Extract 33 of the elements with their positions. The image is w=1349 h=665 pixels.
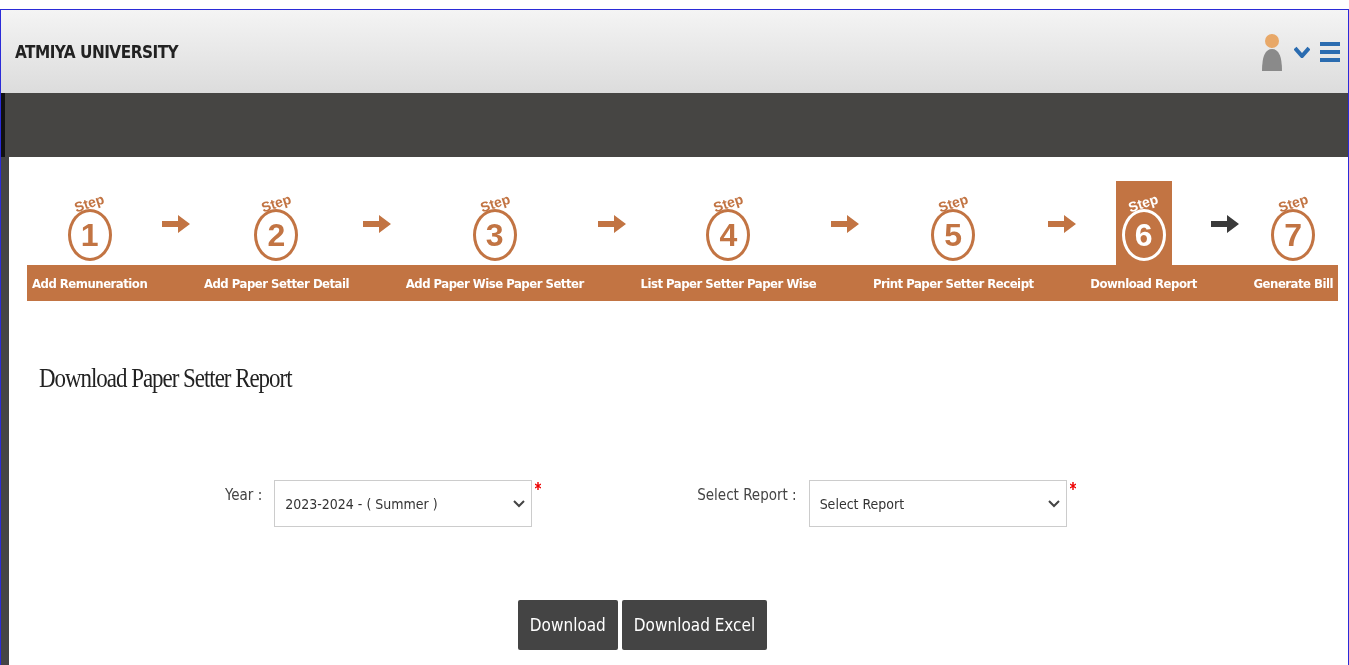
- chevron-down-icon: [1047, 499, 1060, 508]
- field-label: Year :: [225, 486, 263, 504]
- step-link[interactable]: Add Paper Setter Detail: [198, 275, 354, 291]
- arrow-icon: [598, 214, 627, 234]
- step-link[interactable]: Print Paper Setter Receipt: [867, 275, 1039, 291]
- step-link[interactable]: Download Report: [1085, 275, 1202, 291]
- step-badge: Step 1: [61, 181, 118, 265]
- field-label: Select Report :: [697, 486, 797, 504]
- step-badge: Step 2: [248, 181, 305, 265]
- step-link[interactable]: Add Remuneration: [27, 275, 153, 291]
- arrow-icon: [830, 214, 859, 234]
- select-field[interactable]: 2023-2024 - ( Summer ): [274, 480, 533, 527]
- arrow-icon: [1211, 214, 1240, 234]
- chevron-down-icon: [513, 499, 526, 508]
- step-link[interactable]: Add Paper Wise Paper Setter: [400, 275, 589, 291]
- select-field[interactable]: Select Report: [808, 480, 1067, 527]
- chevron-down-icon[interactable]: [1294, 45, 1310, 58]
- arrow-icon: [363, 214, 392, 234]
- user-avatar-icon[interactable]: [1260, 32, 1284, 71]
- download-button[interactable]: Download Excel: [621, 600, 768, 650]
- step-link[interactable]: List Paper Setter Paper Wise: [635, 275, 822, 291]
- arrow-icon: [161, 214, 190, 234]
- step-badge: Step 3: [466, 181, 523, 265]
- step-link[interactable]: Generate Bill: [1248, 275, 1338, 291]
- page-title: Download Paper Setter Report: [39, 363, 292, 394]
- step-badge: Step 4: [700, 181, 757, 265]
- arrow-icon: [1047, 214, 1076, 234]
- step-badge: Step 7: [1265, 181, 1322, 265]
- download-button[interactable]: Download: [517, 600, 618, 650]
- menu-icon[interactable]: [1320, 40, 1340, 63]
- app-title: ATMIYA UNIVERSITY: [15, 41, 180, 62]
- step-badge: Step 5: [925, 181, 982, 265]
- step-badge: Step 6: [1115, 181, 1172, 265]
